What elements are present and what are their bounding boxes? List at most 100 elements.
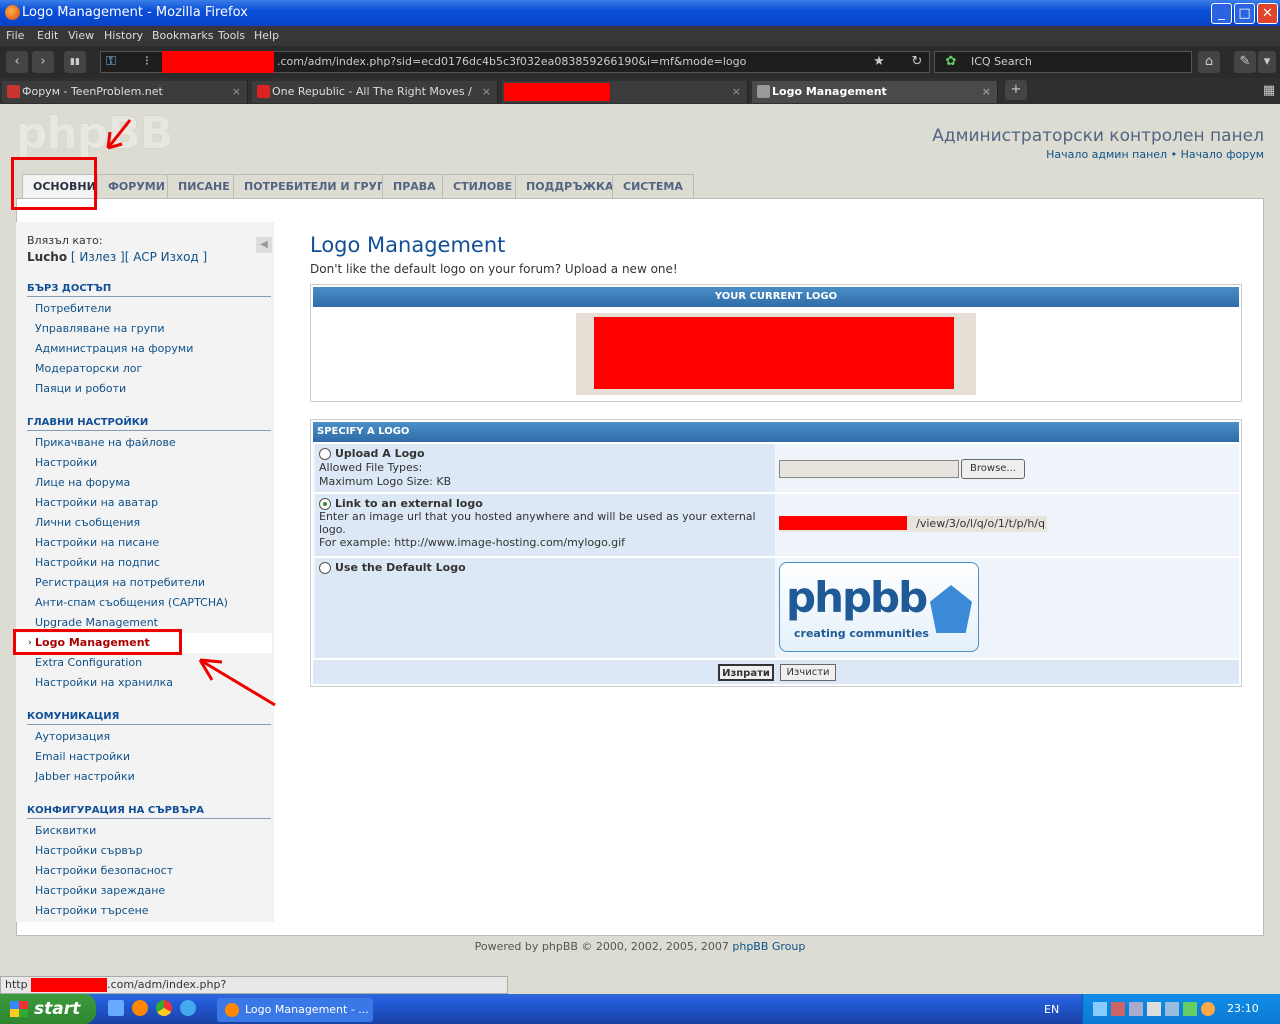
footer-link[interactable]: phpBB Group bbox=[732, 940, 805, 953]
menu-help[interactable]: Help bbox=[254, 29, 279, 42]
sidebar-item-board-features[interactable]: Лице на форума bbox=[35, 476, 130, 489]
link-forum-index[interactable]: Начало форум bbox=[1181, 148, 1264, 161]
file-input[interactable] bbox=[779, 460, 959, 478]
maximize-button[interactable]: □ bbox=[1234, 3, 1255, 24]
start-button[interactable]: start bbox=[0, 994, 96, 1024]
sidebar-item-forum-admin[interactable]: Администрация на форуми bbox=[35, 342, 193, 355]
addon-icon[interactable]: ✎ bbox=[1234, 51, 1256, 73]
sidebar-item-extra-config[interactable]: Extra Configuration bbox=[35, 656, 142, 669]
sidebar-item-search[interactable]: Настройки търсене bbox=[35, 904, 149, 917]
sidebar-item-server[interactable]: Настройки сървър bbox=[35, 844, 143, 857]
tab-redacted[interactable]: × bbox=[502, 81, 748, 103]
tray-shield-icon[interactable] bbox=[1183, 1002, 1197, 1016]
sidebar-item-cookies[interactable]: Бисквитки bbox=[35, 824, 96, 837]
sidebar-item-spiders[interactable]: Паяци и роботи bbox=[35, 382, 126, 395]
sidebar-item-load[interactable]: Настройки зареждане bbox=[35, 884, 165, 897]
tray-volume-icon[interactable] bbox=[1147, 1002, 1161, 1016]
link-admin-index[interactable]: Начало админ панел bbox=[1046, 148, 1167, 161]
close-button[interactable]: ✕ bbox=[1257, 3, 1278, 24]
language-indicator[interactable]: EN bbox=[1044, 1003, 1059, 1016]
tab-teenproblem[interactable]: Форум - TeenProblem.net × bbox=[2, 81, 248, 103]
collapse-sidebar-icon[interactable]: ◀ bbox=[256, 237, 272, 253]
tray-security-icon[interactable] bbox=[1111, 1002, 1125, 1016]
forward-icon[interactable]: › bbox=[32, 51, 54, 73]
key-icon[interactable]: ⚿ bbox=[100, 51, 122, 73]
tab-permissions[interactable]: ПРАВА bbox=[382, 174, 447, 198]
taskbar-item-firefox[interactable]: Logo Management - ... bbox=[217, 998, 373, 1022]
tab-forums[interactable]: ФОРУМИ bbox=[97, 174, 176, 198]
sidebar-item-email[interactable]: Email настройки bbox=[35, 750, 130, 763]
reload-icon[interactable]: ↻ bbox=[906, 51, 928, 73]
upload-label: Upload A Logo bbox=[335, 447, 425, 460]
tray-misc-icon[interactable] bbox=[1165, 1002, 1179, 1016]
window-titlebar: Logo Management - Mozilla Firefox _ □ ✕ bbox=[0, 0, 1280, 26]
sidebar-item-signature[interactable]: Настройки на подпис bbox=[35, 556, 160, 569]
sidebar-item-jabber[interactable]: Jabber настройки bbox=[35, 770, 135, 783]
menu-tools[interactable]: Tools bbox=[218, 29, 245, 42]
sidebar-item-attachments[interactable]: Прикачване на файлове bbox=[35, 436, 176, 449]
external-example: For example: http://www.image-hosting.co… bbox=[319, 536, 626, 549]
menu-bookmarks[interactable]: Bookmarks bbox=[152, 29, 213, 42]
tab-onerepublic[interactable]: One Republic - All The Right Moves / VB.… bbox=[252, 81, 498, 120]
sidebar-item-mod-log[interactable]: Модераторски лог bbox=[35, 362, 142, 375]
tab-system[interactable]: СИСТЕМА bbox=[612, 174, 694, 198]
sidebar-item-pm[interactable]: Лични съобщения bbox=[35, 516, 140, 529]
tab-close-icon[interactable]: × bbox=[732, 81, 741, 103]
menu-edit[interactable]: Edit bbox=[37, 29, 58, 42]
external-url-input[interactable]: /view/3/o/l/q/o/1/t/p/h/q bbox=[779, 516, 1047, 532]
browse-button[interactable]: Browse... bbox=[961, 459, 1025, 479]
sidebar-item-registration[interactable]: Регистрация на потребители bbox=[35, 576, 205, 589]
tray-update-icon[interactable] bbox=[1201, 1002, 1215, 1016]
menu-file[interactable]: File bbox=[6, 29, 24, 42]
tray-app-icon[interactable] bbox=[1129, 1002, 1143, 1016]
sidebar-item-manage-groups[interactable]: Управляване на групи bbox=[35, 322, 164, 335]
redacted-url bbox=[779, 516, 907, 530]
logout-links[interactable]: [ Излез ][ ACP Изход ] bbox=[71, 250, 207, 264]
default-label: Use the Default Logo bbox=[335, 561, 466, 574]
external-row: Link to an external logo Enter an image … bbox=[313, 494, 1239, 556]
tab-logo-management[interactable]: Logo Management × bbox=[752, 81, 998, 103]
tab-close-icon[interactable]: × bbox=[982, 81, 991, 103]
sidebar-item-settings[interactable]: Настройки bbox=[35, 456, 97, 469]
quicklaunch-ie-icon[interactable] bbox=[180, 1000, 196, 1016]
current-logo-heading: YOUR CURRENT LOGO bbox=[313, 287, 1239, 307]
tab-label: Logo Management bbox=[772, 85, 887, 98]
home-icon[interactable]: ⌂ bbox=[1198, 51, 1220, 73]
minimize-button[interactable]: _ bbox=[1211, 3, 1232, 24]
sidebar-item-users[interactable]: Потребители bbox=[35, 302, 111, 315]
default-radio[interactable] bbox=[319, 562, 331, 574]
sidebar-item-posting[interactable]: Настройки на писане bbox=[35, 536, 159, 549]
search-input[interactable]: ICQ Search bbox=[934, 51, 1192, 73]
tab-close-icon[interactable]: × bbox=[482, 81, 491, 103]
submit-button[interactable]: Изпрати bbox=[718, 664, 774, 681]
tab-bar: Форум - TeenProblem.net × One Republic -… bbox=[0, 78, 1280, 120]
quicklaunch-firefox-icon[interactable] bbox=[132, 1000, 148, 1016]
navigation-toolbar: ‹ › ▮▮ .com/adm/index.php?sid=ecd0176dc4… bbox=[0, 46, 1280, 78]
stats-icon[interactable]: ▮▮ bbox=[64, 51, 86, 73]
quicklaunch-desktop-icon[interactable] bbox=[108, 1000, 124, 1016]
back-icon[interactable]: ‹ bbox=[6, 51, 28, 73]
tab-posting[interactable]: ПИСАНЕ bbox=[167, 174, 241, 198]
reset-button[interactable]: Изчисти bbox=[780, 664, 836, 681]
tab-users-groups[interactable]: ПОТРЕБИТЕЛИ И ГРУПИ bbox=[233, 174, 407, 198]
dropdown-icon[interactable]: ▾ bbox=[1258, 51, 1276, 73]
tab-favicon bbox=[7, 85, 20, 98]
sidebar-item-avatar[interactable]: Настройки на аватар bbox=[35, 496, 158, 509]
tab-close-icon[interactable]: × bbox=[232, 81, 241, 103]
menu-history[interactable]: History bbox=[104, 29, 143, 42]
bookmark-star-icon[interactable]: ★ bbox=[868, 51, 890, 73]
menu-view[interactable]: View bbox=[68, 29, 94, 42]
sidebar-item-auth[interactable]: Ауторизация bbox=[35, 730, 110, 743]
upload-radio[interactable] bbox=[319, 448, 331, 460]
sidebar-item-captcha[interactable]: Анти-спам съобщения (CAPTCHA) bbox=[35, 596, 228, 609]
tab-styles[interactable]: СТИЛОВЕ bbox=[442, 174, 524, 198]
tray-network-icon[interactable] bbox=[1093, 1002, 1107, 1016]
sidebar-item-feeds[interactable]: Настройки на хранилка bbox=[35, 676, 173, 689]
new-tab-icon[interactable]: + bbox=[1005, 80, 1027, 100]
tab-list-icon[interactable]: ▦ bbox=[1258, 80, 1280, 102]
tab-maintenance[interactable]: ПОДДРЪЖКА bbox=[515, 174, 625, 198]
sidebar-item-upgrade[interactable]: Upgrade Management bbox=[35, 616, 158, 629]
quicklaunch-chrome-icon[interactable] bbox=[156, 1000, 172, 1016]
sidebar-item-security[interactable]: Настройки безопасност bbox=[35, 864, 173, 877]
external-radio[interactable] bbox=[319, 498, 331, 510]
